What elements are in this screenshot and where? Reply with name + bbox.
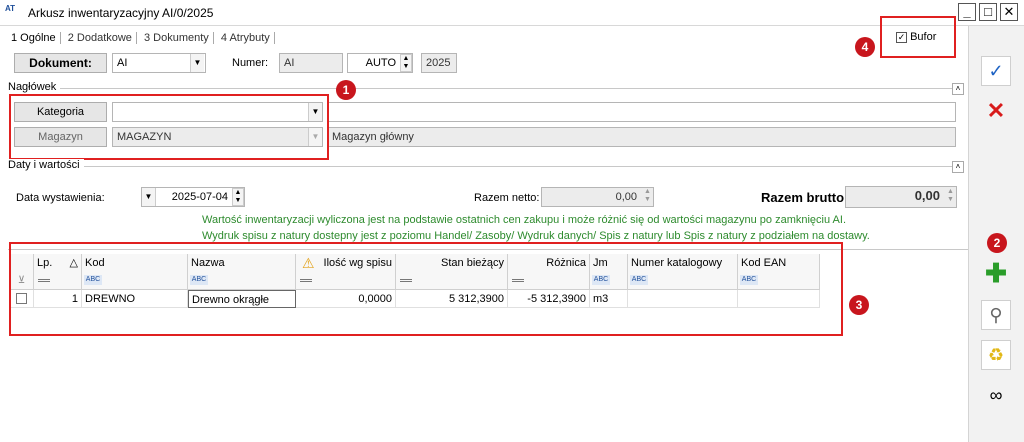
delete-button[interactable]: ♻ [981,340,1011,370]
window-title: Arkusz inwentaryzacyjny AI/0/2025 [28,6,214,20]
header-section-label: Nagłówek [8,81,61,93]
app-icon: AT [5,4,16,13]
date-value: 2025-07-04 [171,191,228,203]
bufor-label: Bufor [910,31,937,43]
edit-icon: ⚲ [989,305,1003,325]
tab-atrybuty[interactable]: 4 Atrybuty [216,32,275,44]
number-spinner-icon[interactable]: ▲ ▼ [400,54,412,72]
date-field[interactable]: 2025-07-04 [141,187,245,207]
trash-icon: ♻ [987,345,1005,365]
tab-dodatkowe[interactable]: 2 Dodatkowe [63,32,137,44]
date-spinner-icon[interactable]: ▲ ▼ [232,188,244,206]
tab-bar: 1 Ogólne 2 Dodatkowe 3 Dokumenty 4 Atryb… [7,32,275,44]
edit-button[interactable]: ⚲ [981,300,1011,330]
badge-1: 1 [336,80,356,100]
grid-highlight-box [9,242,843,336]
brutto-field: 0,00 [845,186,957,208]
header-section-divider [8,88,963,89]
date-label: Data wystawienia: [16,192,105,204]
dates-section-divider [8,166,963,167]
kategoria-description-field[interactable] [327,102,956,122]
badge-3: 3 [849,295,869,315]
minimize-button[interactable]: _ [958,3,976,21]
badge-2: 2 [987,233,1007,253]
number-label: Numer: [232,57,269,69]
netto-spinner-icon: ▲ ▼ [644,188,651,203]
right-toolbar: ✓ ✕ 2 ✚ ⚲ ♻ ∞ [968,26,1024,442]
title-bar: AT Arkusz inwentaryzacyjny AI/0/2025 _ □… [0,0,1024,26]
info-text-line-2: Wydruk spisu z natury dostepny jest z po… [202,230,870,242]
bufor-checkbox[interactable]: ✓ Bufor [896,31,936,43]
badge-4: 4 [855,37,875,57]
collapse-header-icon[interactable]: ˄ [952,83,964,95]
magazyn-name-field: Magazyn główny [327,127,956,147]
cancel-button[interactable]: ✕ [981,96,1011,126]
document-type-value: AI [117,57,128,69]
save-icon: ✓ [988,61,1004,81]
maximize-button[interactable]: □ [979,3,997,21]
dates-section-label: Daty i wartości [8,159,84,171]
document-button[interactable]: Dokument: [14,53,107,73]
add-icon: ✚ [985,258,1007,288]
info-text-line-1: Wartość inwentaryzacji wyliczona jest na… [202,214,846,226]
netto-label: Razem netto: [474,192,540,204]
header-highlight-box [9,94,329,160]
cancel-icon: ✕ [986,98,1006,123]
add-button[interactable]: ✚ [981,258,1011,288]
netto-field: 0,00 [541,187,654,207]
binoculars-icon: ∞ [989,385,1003,405]
collapse-dates-icon[interactable]: ˄ [952,161,964,173]
calendar-dropdown-icon[interactable]: ▼ [142,188,156,206]
brutto-spinner-icon: ▲ ▼ [947,188,954,203]
tab-dokumenty[interactable]: 3 Dokumenty [140,32,214,44]
close-button[interactable]: ✕ [1000,3,1018,21]
tab-ogolne[interactable]: 1 Ogólne [7,32,61,44]
save-button[interactable]: ✓ [981,56,1011,86]
number-prefix-field: AI [279,53,343,73]
year-field: 2025 [421,53,457,73]
checkbox-check-icon: ✓ [896,31,907,43]
search-button[interactable]: ∞ [981,380,1011,410]
brutto-label: Razem brutto: [761,190,849,205]
chevron-down-icon[interactable]: ▼ [190,54,204,72]
